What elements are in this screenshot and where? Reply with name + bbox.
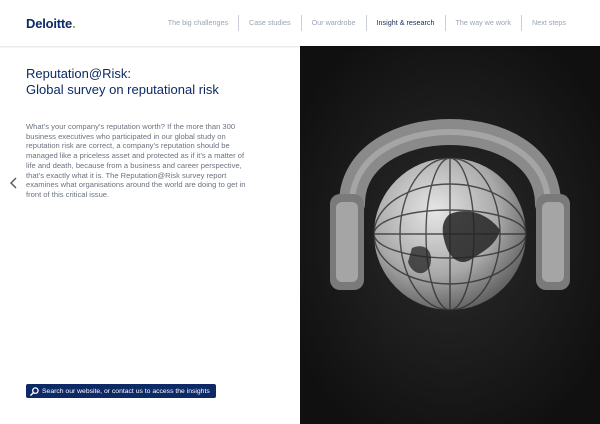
page-title-line1: Reputation@Risk: [26, 66, 131, 81]
nav-our-wardrobe[interactable]: Our wardrobe [300, 15, 366, 31]
magnifier-icon [30, 386, 39, 396]
nav-the-way-we-work[interactable]: The way we work [444, 15, 522, 31]
logo-dot: . [72, 16, 76, 31]
page-title: Reputation@Risk: Global survey on reputa… [26, 66, 286, 98]
page-title-line2: Global survey on reputational risk [26, 82, 219, 97]
nav-next-steps[interactable]: Next steps [521, 15, 576, 31]
search-contact-button[interactable]: Search our website, or contact us to acc… [26, 384, 216, 398]
nav-the-big-challenges[interactable]: The big challenges [158, 15, 238, 31]
deloitte-logo[interactable]: Deloitte. [26, 16, 76, 31]
nav-case-studies[interactable]: Case studies [238, 15, 301, 31]
nav-insight-research[interactable]: Insight & research [365, 15, 445, 31]
chevron-left-icon[interactable] [8, 176, 20, 190]
body-text: What’s your company’s reputation worth? … [26, 122, 246, 199]
main-nav: The big challenges Case studies Our ward… [158, 15, 576, 31]
content-panel: Reputation@Risk: Global survey on reputa… [0, 46, 300, 424]
hero-image [300, 46, 600, 424]
top-header: Deloitte. The big challenges Case studie… [0, 0, 600, 46]
headphones-globe-illustration [300, 46, 600, 424]
chevron-right-icon[interactable] [279, 176, 291, 190]
logo-text: Deloitte [26, 16, 73, 31]
search-contact-label: Search our website, or contact us to acc… [42, 387, 210, 395]
